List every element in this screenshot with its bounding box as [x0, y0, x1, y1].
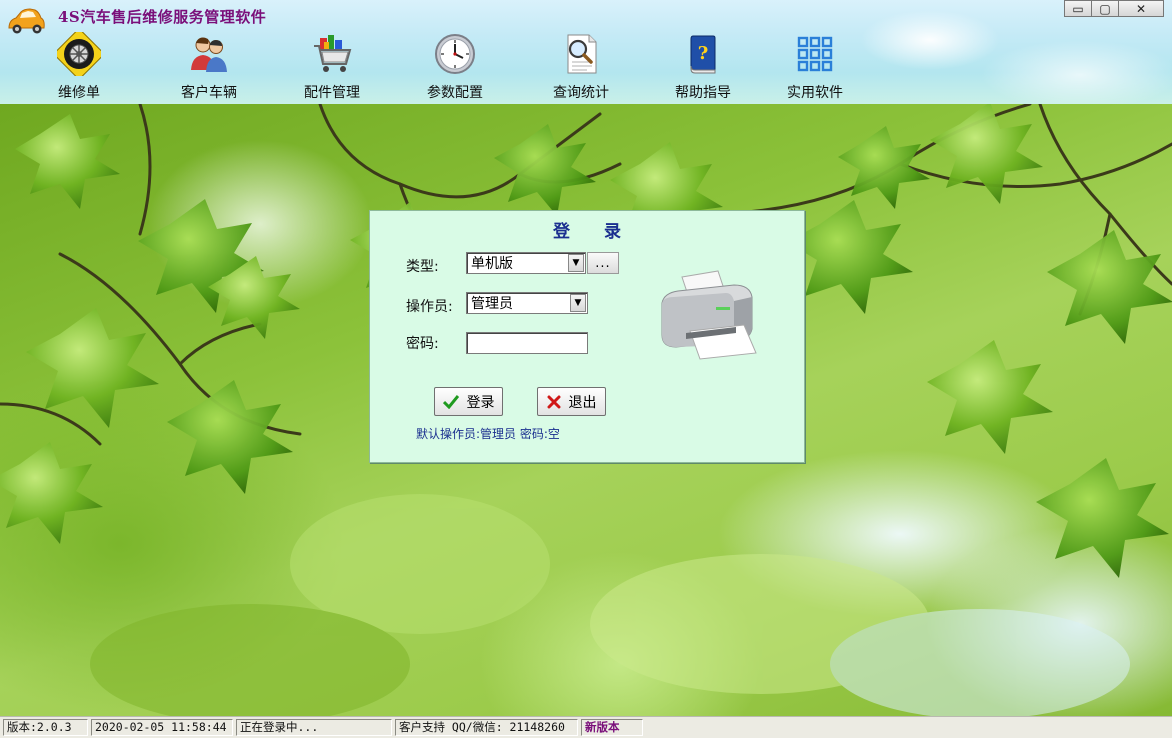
status-bar: 版本:2.0.3 2020-02-05 11:58:44 正在登录中... 客户…	[0, 716, 1172, 738]
login-title: 登 录	[553, 222, 635, 242]
exit-button[interactable]: 退出	[537, 387, 606, 416]
exit-button-label: 退出	[568, 394, 597, 411]
operator-select-value: 管理员	[471, 296, 513, 312]
new-version-link[interactable]: 新版本	[581, 719, 643, 736]
sky-glow	[860, 10, 1000, 70]
status-state: 正在登录中...	[236, 719, 392, 736]
toolbar-label: 帮助指导	[675, 85, 731, 101]
toolbar-utilities[interactable]: 实用软件	[770, 32, 860, 102]
toolbar-help[interactable]: ? 帮助指导	[658, 32, 748, 102]
close-button[interactable]: ✕	[1118, 0, 1164, 17]
help-book-icon: ?	[690, 35, 716, 74]
window-controls: ▭ ▢ ✕	[1064, 0, 1164, 17]
default-credentials-hint: 默认操作员:管理员 密码:空	[416, 427, 560, 441]
password-label: 密码:	[406, 336, 439, 352]
login-dialog: 登 录 类型: 单机版 ▼ ... 操作员: 管理员 ▼ 密码: 登录 退出 默…	[369, 210, 805, 463]
toolbar-label: 客户车辆	[181, 85, 237, 101]
app-title: 4S汽车售后维修服务管理软件	[58, 8, 267, 26]
svg-text:?: ?	[698, 43, 709, 64]
printer-icon	[661, 270, 757, 360]
magnifier-document-icon	[567, 34, 597, 74]
status-datetime: 2020-02-05 11:58:44	[91, 719, 233, 736]
minimize-button[interactable]: ▭	[1064, 0, 1092, 17]
restore-button[interactable]: ▢	[1091, 0, 1119, 17]
toolbar-settings[interactable]: 参数配置	[410, 32, 500, 102]
login-button-label: 登录	[466, 394, 495, 411]
type-select-value: 单机版	[471, 256, 513, 272]
toolbar-label: 参数配置	[427, 85, 483, 101]
password-field[interactable]	[466, 332, 588, 354]
operator-label: 操作员:	[406, 299, 453, 315]
type-select[interactable]: 单机版 ▼	[466, 252, 586, 274]
customers-icon	[191, 37, 227, 72]
login-button[interactable]: 登录	[434, 387, 503, 416]
operator-select[interactable]: 管理员 ▼	[466, 292, 588, 314]
restore-icon: ▢	[1099, 1, 1111, 16]
chevron-down-icon[interactable]: ▼	[568, 254, 584, 272]
chevron-down-icon[interactable]: ▼	[570, 294, 586, 312]
more-button[interactable]: ...	[587, 252, 619, 274]
clock-icon	[435, 34, 475, 74]
sky-glow	[980, 40, 1172, 104]
status-version: 版本:2.0.3	[3, 719, 88, 736]
toolbar-label: 维修单	[58, 85, 100, 101]
toolbar-query-stats[interactable]: 查询统计	[536, 32, 626, 102]
tire-icon	[57, 32, 101, 76]
app-grid-icon	[797, 36, 833, 72]
close-icon: ✕	[1135, 1, 1147, 16]
close-x-icon	[547, 395, 560, 408]
parts-cart-icon	[314, 35, 352, 72]
check-icon	[442, 394, 459, 409]
type-label: 类型:	[406, 259, 439, 275]
toolbar-label: 配件管理	[304, 85, 360, 101]
toolbar-parts[interactable]: 配件管理	[287, 32, 377, 102]
minimize-icon: ▭	[1072, 1, 1084, 16]
status-support: 客户支持 QQ/微信: 21148260	[395, 719, 578, 736]
toolbar-customer-vehicle[interactable]: 客户车辆	[164, 32, 254, 102]
title-toolbar-band: 4S汽车售后维修服务管理软件 ▭ ▢ ✕ 维修单 客户车辆 配件管理 参数配置 …	[0, 0, 1172, 104]
toolbar-label: 实用软件	[787, 85, 843, 101]
toolbar-label: 查询统计	[553, 85, 609, 101]
toolbar-repair-order[interactable]: 维修单	[34, 32, 124, 102]
